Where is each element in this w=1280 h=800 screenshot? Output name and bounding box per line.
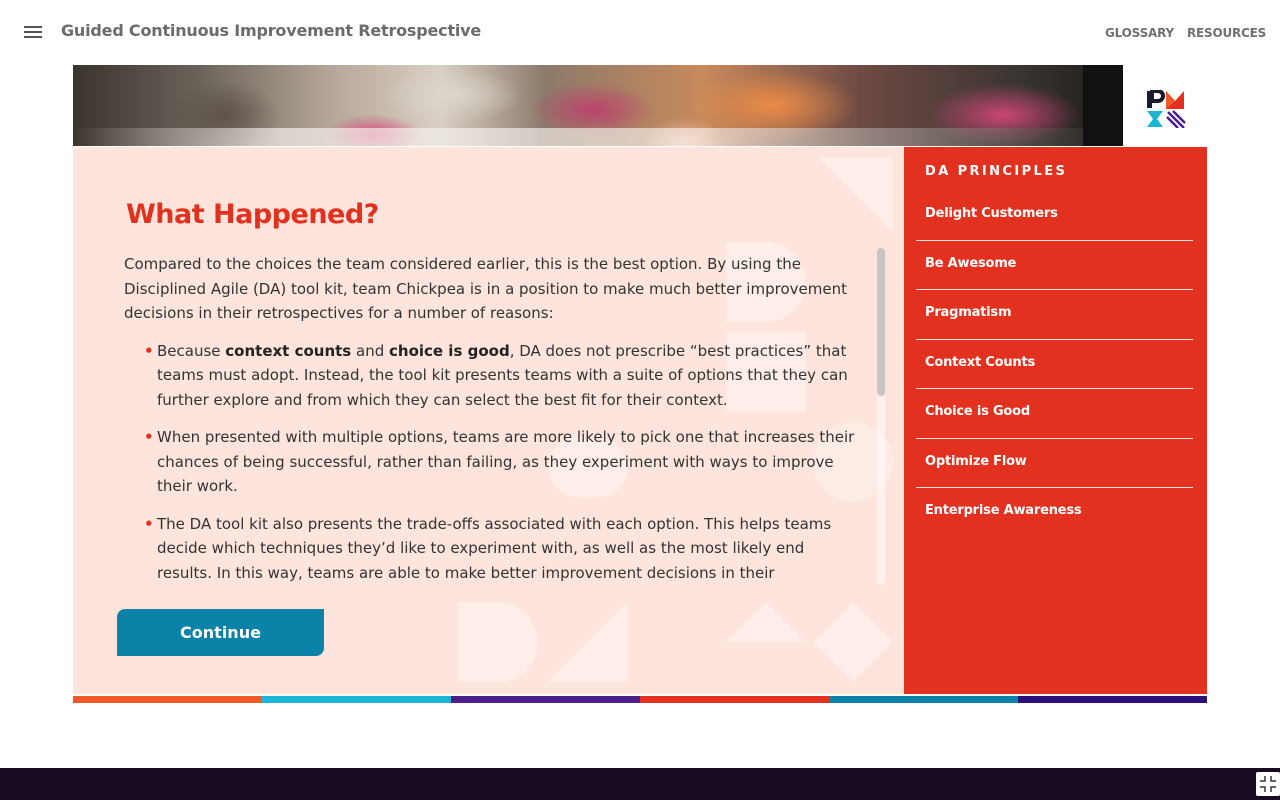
list-item: When presented with multiple options, te… bbox=[124, 425, 859, 499]
deco-shape bbox=[818, 157, 893, 232]
deco-shape bbox=[726, 602, 806, 642]
banner-image bbox=[73, 65, 1123, 146]
scrollable-text-area[interactable]: Compared to the choices the team conside… bbox=[124, 252, 859, 582]
content-panel: What Happened? Compared to the choices t… bbox=[73, 147, 904, 694]
stripe-segment bbox=[451, 696, 640, 703]
principle-item-be-awesome[interactable]: Be Awesome bbox=[916, 241, 1193, 290]
bullet-text: and bbox=[351, 341, 389, 360]
bullet-text: The DA tool kit also presents the trade-… bbox=[157, 514, 832, 582]
bullet-text: Because bbox=[157, 341, 226, 360]
intro-paragraph: Compared to the choices the team conside… bbox=[124, 255, 847, 322]
principles-list: Delight Customers Be Awesome Pragmatism … bbox=[916, 191, 1193, 538]
principle-item-enterprise-awareness[interactable]: Enterprise Awareness bbox=[916, 488, 1193, 538]
hamburger-menu-icon[interactable] bbox=[24, 26, 42, 40]
principle-item-choice-is-good[interactable]: Choice is Good bbox=[916, 389, 1193, 439]
pmi-logo-icon bbox=[1147, 90, 1186, 128]
top-bar: Guided Continuous Improvement Retrospect… bbox=[0, 0, 1280, 64]
principle-item-optimize-flow[interactable]: Optimize Flow bbox=[916, 439, 1193, 488]
stripe-segment bbox=[1018, 696, 1207, 703]
bullet-text: When presented with multiple options, te… bbox=[157, 428, 855, 495]
deco-shape bbox=[548, 602, 628, 682]
resources-link[interactable]: RESOURCES bbox=[1187, 26, 1266, 40]
banner-dark-edge bbox=[1083, 65, 1123, 146]
stripe-segment bbox=[73, 696, 262, 703]
bullet-list: Because context counts and choice is goo… bbox=[124, 339, 859, 583]
banner-tablecloth bbox=[73, 128, 1123, 146]
course-title: Guided Continuous Improvement Retrospect… bbox=[61, 21, 482, 40]
stripe-segment bbox=[829, 696, 1018, 703]
bold-phrase-context-counts: context counts bbox=[225, 341, 352, 360]
page-heading: What Happened? bbox=[126, 199, 379, 230]
exit-fullscreen-icon[interactable] bbox=[1256, 772, 1280, 796]
principle-item-delight-customers[interactable]: Delight Customers bbox=[916, 191, 1193, 241]
list-item: Because context counts and choice is goo… bbox=[124, 339, 859, 413]
footer-bar bbox=[0, 768, 1280, 800]
stripe-segment bbox=[640, 696, 829, 703]
scrollbar-thumb[interactable] bbox=[877, 248, 885, 396]
deco-shape bbox=[458, 602, 538, 682]
glossary-link[interactable]: GLOSSARY bbox=[1105, 26, 1174, 40]
color-stripe-bar bbox=[73, 696, 1207, 703]
principles-sidebar: DA PRINCIPLES Delight Customers Be Aweso… bbox=[904, 147, 1207, 694]
vertical-scrollbar[interactable] bbox=[877, 248, 885, 585]
continue-button[interactable]: Continue bbox=[117, 609, 324, 656]
bold-phrase-choice-is-good: choice is good bbox=[389, 341, 510, 360]
deco-shape bbox=[813, 602, 893, 682]
principle-item-pragmatism[interactable]: Pragmatism bbox=[916, 290, 1193, 340]
stripe-segment bbox=[262, 696, 451, 703]
principle-item-context-counts[interactable]: Context Counts bbox=[916, 340, 1193, 389]
list-item: The DA tool kit also presents the trade-… bbox=[124, 512, 859, 583]
sidebar-title: DA PRINCIPLES bbox=[925, 164, 1068, 179]
